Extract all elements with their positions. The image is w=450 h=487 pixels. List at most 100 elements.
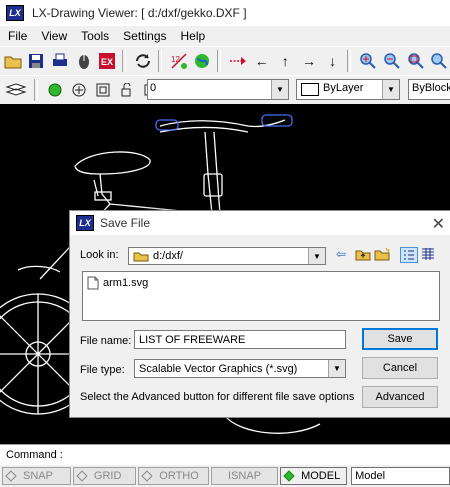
layer-select-value: 0 (150, 82, 157, 94)
app-logo-icon: LX (76, 215, 94, 231)
zoom-window-icon[interactable] (405, 50, 427, 72)
file-type-value: Scalable Vector Graphics (*.svg) (139, 362, 298, 375)
diamond-icon (283, 470, 295, 482)
menu-settings[interactable]: Settings (123, 29, 166, 43)
move-arrow-icon[interactable] (227, 50, 249, 72)
svg-text:12: 12 (171, 55, 180, 64)
globe-icon[interactable] (192, 50, 214, 72)
menu-tools[interactable]: Tools (81, 29, 109, 43)
window-title: LX-Drawing Viewer: [ d:/dxf/gekko.DXF ] (32, 6, 247, 20)
snap-label: SNAP (23, 470, 53, 482)
chevron-down-icon[interactable]: ▼ (308, 248, 325, 264)
model-field-value: Model (355, 470, 386, 482)
menu-file[interactable]: File (8, 29, 27, 43)
diamond-icon (76, 470, 88, 482)
back-arrow-icon[interactable]: ⇦ (336, 247, 346, 261)
file-icon (87, 276, 99, 290)
toolbar-separator (157, 50, 162, 72)
app-logo-icon: LX (6, 5, 24, 21)
pan-down-icon[interactable]: ↓ (322, 50, 344, 72)
look-in-select[interactable]: d:/dxf/ ▼ (128, 247, 326, 265)
snap-toggle[interactable]: SNAP (2, 467, 71, 485)
zoom-extents-icon[interactable] (428, 50, 450, 72)
svg-text:EX: EX (101, 57, 113, 67)
print-icon[interactable] (49, 50, 71, 72)
look-in-label: Look in: (80, 249, 119, 261)
layer-select[interactable]: 0 ▼ (147, 79, 289, 100)
cancel-button-label: Cancel (382, 362, 418, 374)
list-view-icon[interactable] (400, 247, 418, 263)
zoom-in-icon[interactable] (357, 50, 379, 72)
isnap-label: ISNAP (228, 470, 262, 482)
title-bar: LX LX-Drawing Viewer: [ d:/dxf/gekko.DXF… (0, 0, 450, 26)
command-input[interactable] (63, 447, 450, 463)
toolbar-separator (347, 50, 352, 72)
command-label: Command : (6, 449, 63, 461)
pan-right-icon[interactable]: → (298, 50, 320, 72)
layers-icon[interactable]: 12 (168, 50, 190, 72)
toolbar-separator (217, 50, 222, 72)
status-bar: SNAP GRID ORTHO ISNAP MODEL Model (0, 465, 450, 487)
file-type-label: File type: (80, 364, 125, 376)
exit-icon[interactable]: EX (97, 50, 119, 72)
layer-on-icon[interactable] (44, 79, 66, 101)
grid-toggle[interactable]: GRID (72, 467, 137, 485)
pan-up-icon[interactable]: ↑ (274, 50, 296, 72)
toolbar-separator (122, 50, 127, 72)
file-list[interactable]: arm1.svg (82, 271, 440, 321)
mouse-icon[interactable] (73, 50, 95, 72)
file-name-label: File name: (80, 335, 132, 347)
new-folder-icon[interactable] (374, 247, 390, 264)
color-select[interactable]: ByLayer ▼ (296, 79, 400, 100)
up-folder-icon[interactable] (355, 247, 371, 264)
chevron-down-icon[interactable]: ▼ (328, 360, 345, 377)
advanced-button[interactable]: Advanced (362, 386, 438, 408)
layer-manager-icon[interactable] (2, 79, 30, 101)
save-file-dialog: LX Save File ✕ Look in: d:/dxf/ ▼ ⇦ arm1… (69, 210, 450, 418)
ortho-label: ORTHO (159, 470, 199, 482)
file-name: arm1.svg (103, 277, 149, 289)
file-name-field[interactable]: LIST OF FREEWARE (134, 330, 346, 349)
linetype-select-value: ByBlock (412, 82, 450, 94)
diamond-icon (141, 470, 153, 482)
diamond-icon (5, 470, 17, 482)
cancel-button[interactable]: Cancel (362, 357, 438, 379)
details-view-icon[interactable] (421, 247, 435, 264)
menu-bar: File View Tools Settings Help (0, 26, 450, 46)
refresh-icon[interactable] (132, 50, 154, 72)
advanced-hint: Select the Advanced button for different… (80, 391, 355, 403)
grid-label: GRID (93, 470, 122, 482)
main-toolbar: EX 12 ← ↑ → ↓ (0, 46, 450, 76)
model-toggle[interactable]: MODEL (280, 467, 348, 485)
color-swatch (301, 83, 319, 96)
look-in-value: d:/dxf/ (153, 250, 183, 262)
close-icon[interactable]: ✕ (432, 214, 445, 234)
dialog-title-bar: LX Save File ✕ (70, 211, 450, 235)
pan-left-icon[interactable]: ← (251, 50, 273, 72)
open-folder-icon[interactable] (2, 50, 24, 72)
linetype-select[interactable]: ByBlock (408, 79, 450, 100)
model-label: MODEL (301, 470, 341, 482)
chevron-down-icon[interactable]: ▼ (382, 80, 399, 99)
lock-icon[interactable] (116, 79, 138, 101)
plot-icon[interactable] (92, 79, 114, 101)
ortho-toggle[interactable]: ORTHO (138, 467, 210, 485)
layer-toolbar: 0 ▼ ByLayer ▼ ByBlock (0, 75, 450, 105)
color-select-value: ByLayer (323, 82, 364, 94)
freeze-icon[interactable] (68, 79, 90, 101)
save-button-label: Save (387, 333, 413, 345)
menu-help[interactable]: Help (181, 29, 206, 43)
folder-icon (133, 252, 149, 262)
menu-view[interactable]: View (41, 29, 67, 43)
file-type-select[interactable]: Scalable Vector Graphics (*.svg) ▼ (134, 359, 346, 378)
dialog-title: Save File (100, 216, 151, 230)
model-field[interactable]: Model (351, 467, 450, 485)
isnap-toggle[interactable]: ISNAP (211, 467, 279, 485)
command-bar: Command : (0, 444, 450, 465)
save-disk-icon[interactable] (26, 50, 48, 72)
file-name-value: LIST OF FREEWARE (139, 333, 246, 346)
save-button[interactable]: Save (362, 328, 438, 350)
chevron-down-icon[interactable]: ▼ (271, 80, 288, 99)
list-item[interactable]: arm1.svg (87, 276, 148, 290)
zoom-out-icon[interactable] (381, 50, 403, 72)
